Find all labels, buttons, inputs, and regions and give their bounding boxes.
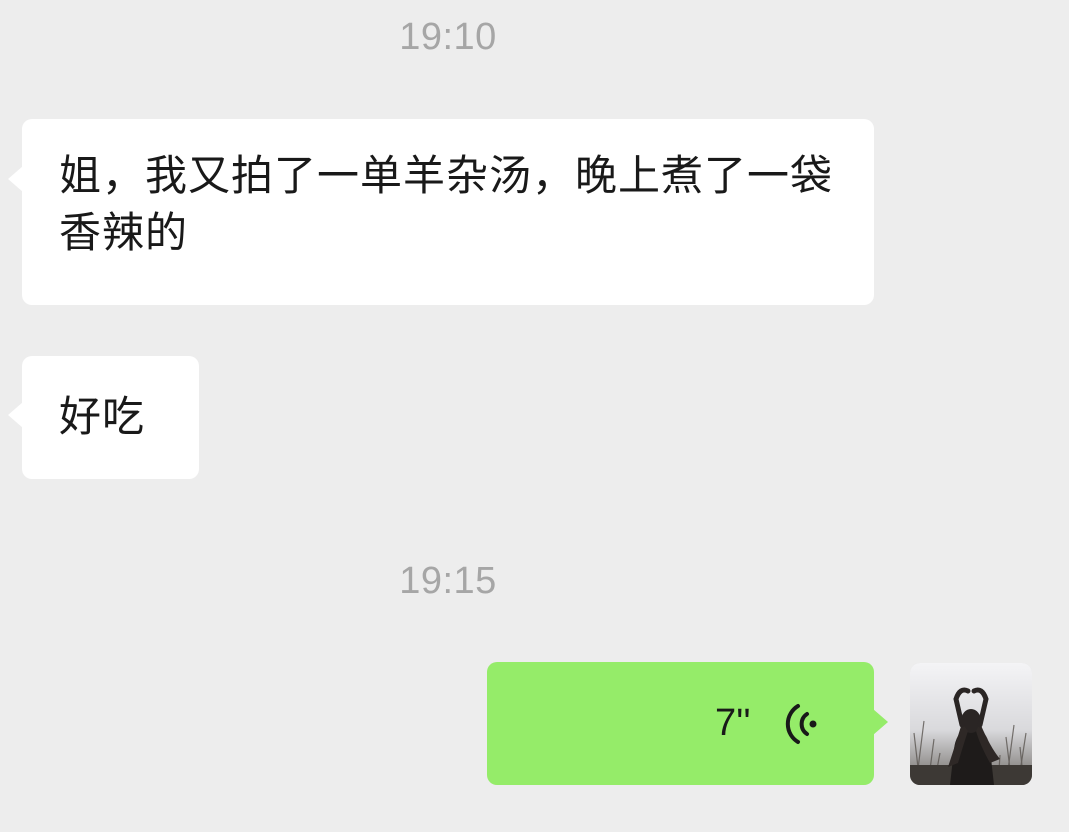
voice-message-bubble[interactable]: 7'' xyxy=(487,662,888,785)
avatar[interactable] xyxy=(910,663,1032,785)
voice-waves-icon xyxy=(783,702,823,746)
message-bubble-incoming[interactable]: 姐，我又拍了一单羊杂汤，晚上煮了一袋香辣的 xyxy=(8,119,874,305)
message-text: 姐，我又拍了一单羊杂汤，晚上煮了一袋香辣的 xyxy=(59,151,834,257)
voice-duration: 7'' xyxy=(715,702,751,744)
message-text: 好吃 xyxy=(59,392,146,441)
timestamp: 19:10 xyxy=(399,16,497,58)
timestamp: 19:15 xyxy=(399,560,497,602)
message-bubble-incoming[interactable]: 好吃 xyxy=(8,356,199,479)
